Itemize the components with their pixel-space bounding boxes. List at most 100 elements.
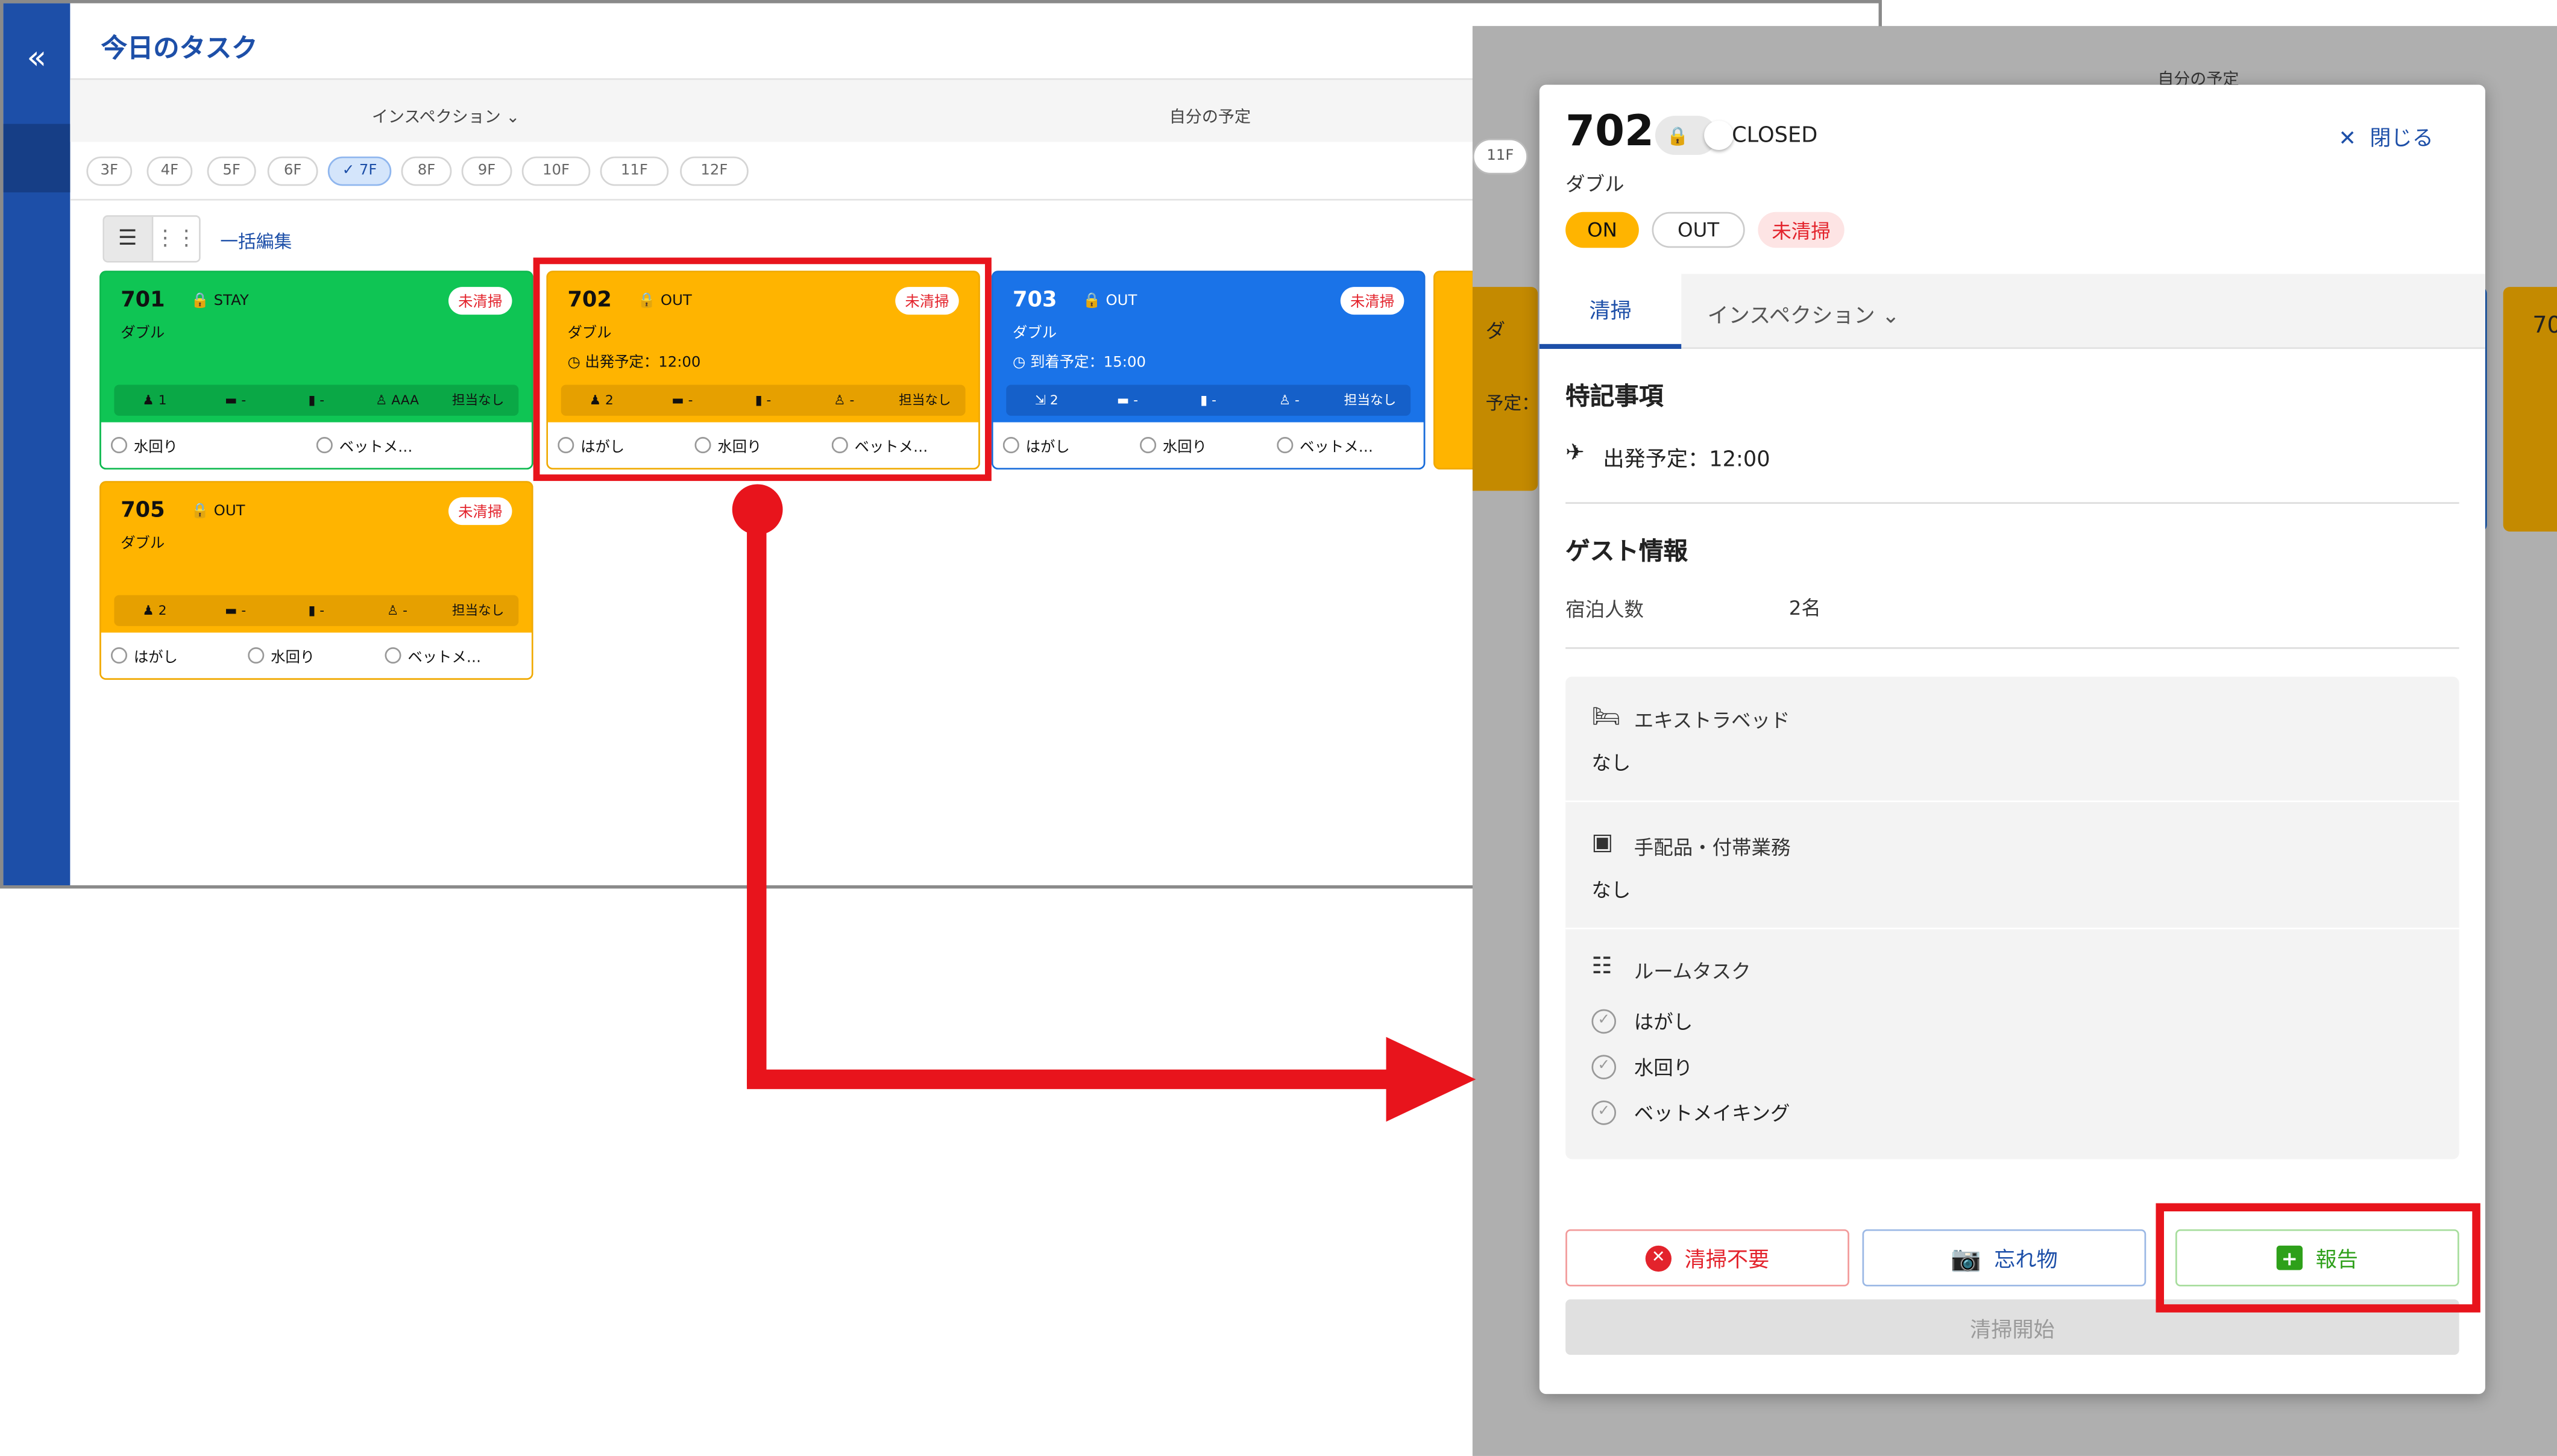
lock-icon: 🔒 [190,503,209,521]
floor-chip[interactable]: 5F [207,156,256,186]
room-task-item[interactable]: ✓ 水回り [1591,1053,1693,1081]
inspector: ♙ - [357,595,438,626]
task-label: ベットメ… [339,439,413,456]
bulk-edit-link[interactable]: 一括編集 [220,228,292,254]
floor-chip-selected[interactable]: ✓ 7F [327,156,392,186]
task-item: ベットメ… [1277,435,1414,456]
floor-chip[interactable]: 10F [521,156,591,186]
inspector: ♙ - [1249,384,1330,415]
room-card[interactable]: 705 🔒 OUT ダブル 未清掃 ♟ 2 ▬ - ▮ - ♙ - 担当なし は… [99,481,533,680]
guests-count: ♟ 2 [114,595,195,626]
bed-icon: 🛏 [1591,704,1621,730]
check-circle-icon [110,646,128,663]
floor-chip[interactable]: 8F [401,156,452,186]
status-badge: 未清掃 [1340,287,1404,315]
collapse-sidebar-icon[interactable]: « [3,3,70,111]
bed-icon: ▬ [225,603,237,618]
task-label: ベットメ… [1300,439,1373,456]
close-button[interactable]: ✕ 閉じる [2338,121,2433,152]
bg-card-text: 70 [2532,313,2557,339]
room-status-label: OUT [1106,293,1137,310]
grid-view-icon[interactable]: ⋮⋮ [151,216,200,261]
task-label: 水回り [271,650,315,667]
departure-plane-icon: ✈ [1565,440,1585,466]
card-info-strip: ♟ 2 ▬ - ▮ - ♙ - 担当なし [114,595,519,626]
room-status: 🔒 OUT [1083,293,1137,310]
document-icon: ▮ [308,603,316,618]
tab-my-schedule[interactable]: 自分の予定 [1169,102,1251,127]
guests-count: ♟ 1 [114,384,195,415]
inspector-value: - [403,603,408,618]
sidebar-active-item[interactable] [3,124,71,193]
room-task-item[interactable]: ✓ ベットメイキング [1591,1099,1790,1126]
room-card[interactable]: 703 🔒 OUT ダブル ◷ 到着予定：15:00 未清掃 ⇲ 2 ▬ - ▮… [991,271,1426,470]
room-task-label: ベットメイキング [1634,1102,1790,1125]
room-task-item[interactable]: ✓ はがし [1591,1008,1693,1035]
view-toggle: ☰ ⋮⋮ [102,215,201,263]
room-task-label: はがし [1634,1011,1693,1034]
room-type: ダブル [1013,326,1057,343]
extra-bed: ▬ - [195,595,276,626]
tab-inspection[interactable]: インスペクション ⌄ [1707,298,1900,330]
card-tasks: はがし 水回り ベットメ… [993,422,1424,468]
task-label: 水回り [1162,439,1207,456]
floor-chip[interactable]: 12F [680,156,749,186]
arrangement-value: - [1212,392,1216,408]
task-label: はがし [133,650,178,667]
guests-count: ⇲ 2 [1006,384,1087,415]
guest-info-heading: ゲスト情報 [1565,536,1688,566]
tab-cleaning[interactable]: 清掃 [1539,274,1682,349]
bg-card-text: ダ [1485,319,1506,343]
inspector: ♙ AAA [357,384,438,415]
room-status: 🔒 OUT [191,504,245,520]
floor-chip[interactable]: 4F [146,156,193,186]
trophy-icon: ♙ [1278,392,1291,408]
check-circle-icon [1002,436,1019,453]
arrow-start-dot [732,484,783,535]
highlight-box-report-button [2156,1203,2480,1313]
guests-count-value: 2 [1049,392,1058,408]
arrangement: ▮ - [1168,384,1249,415]
extra-bed-value: - [241,603,247,618]
room-type: ダブル [121,326,165,343]
arrangement: ▮ - [276,595,357,626]
arrow-line-horizontal [747,1069,1400,1090]
card-info-strip: ⇲ 2 ▬ - ▮ - ♙ - 担当なし [1006,384,1411,416]
room-detail-modal: 702 🔒 CLOSED ✕ 閉じる ダブル ON OUT 未清掃 清掃 インス… [1539,84,2485,1395]
card-tasks: はがし 水回り ベットメ… [101,632,532,679]
floor-chip[interactable]: 6F [267,156,318,186]
notes-heading: 特記事項 [1565,381,1664,411]
lost-item-label: 忘れ物 [1994,1249,2058,1273]
on-badge: ON [1565,212,1639,248]
arrangement-value: - [319,603,325,618]
arrow-line-vertical [747,505,767,1086]
no-cleaning-button[interactable]: ✕ 清掃不要 [1565,1229,1849,1287]
tab-inspection-label: インスペクション [1707,304,1875,330]
inspector-value: AAA [391,392,419,408]
extra-bed: ▬ - [1087,384,1168,415]
lock-icon: 🔒 [1666,124,1689,146]
floor-chip[interactable]: 3F [86,156,133,186]
lost-item-button[interactable]: 📷 忘れ物 [1862,1229,2147,1287]
room-card[interactable]: 701 🔒 STAY ダブル 未清掃 ♟ 1 ▬ - ▮ - ♙ AAA 担当な… [99,271,533,470]
highlight-box-room-card [533,257,992,482]
check-circle-icon [385,646,401,663]
room-number: 705 [121,498,165,524]
lock-toggle-knob[interactable] [1704,121,1734,150]
status-badge: 未清掃 [448,497,512,526]
list-view-icon[interactable]: ☰ [104,216,151,261]
document-icon: ▮ [308,392,316,408]
floor-chip[interactable]: 11F [600,156,669,186]
extra-bed-value: - [1133,392,1139,408]
divider [1565,647,2459,649]
arrow-head-icon [1386,1037,1476,1122]
guests-value: 2名 [1788,597,1821,620]
sidebar: « [3,3,71,886]
close-label: 閉じる [2370,127,2433,152]
task-label: ベットメ… [407,650,482,667]
tab-inspection[interactable]: インスペクション ⌄ [372,102,520,127]
departure-time: 出発予定：12:00 [1603,448,1770,473]
floor-chip[interactable]: 9F [461,156,512,186]
trophy-icon: ♙ [386,603,399,618]
check-circle-icon [248,646,265,663]
